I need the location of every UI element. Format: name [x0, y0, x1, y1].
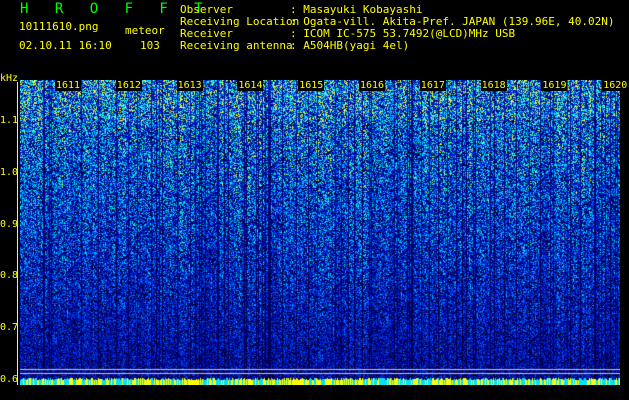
spectrogram: [20, 80, 620, 385]
x-tick-label: 1611: [55, 80, 82, 91]
meta-values: : Masayuki Kobayashi : Ogata-vill. Akita…: [290, 4, 615, 52]
meta-labels: Observer Receiving Location Receiver Rec…: [180, 4, 299, 52]
y-axis-line: [17, 82, 18, 385]
y-axis-title: kHz: [0, 73, 19, 84]
y-tick-label: 0.8: [0, 270, 19, 282]
meta-value-antenna: : A504HB(yagi 4el): [290, 39, 410, 52]
x-tick-label: 1616: [359, 80, 386, 91]
y-tick-label: 0.6: [0, 373, 19, 385]
x-tick-label: 1617: [419, 80, 446, 91]
meta-label-antenna: Receiving antenna: [180, 39, 293, 52]
mode-label: meteor: [125, 24, 165, 37]
y-tick-label: 1.1: [0, 115, 19, 127]
y-tick-label: 0.9: [0, 218, 19, 230]
y-tick-label: 1.0: [0, 167, 19, 179]
x-tick-label: 1619: [541, 80, 568, 91]
datetime-label: 02.10.11 16:10: [19, 39, 112, 52]
x-tick-label: 1618: [480, 80, 507, 91]
x-tick-label: 1615: [298, 80, 325, 91]
x-tick-label: 1620: [602, 80, 629, 91]
x-tick-label: 1612: [115, 80, 142, 91]
y-tick-label: 0.7: [0, 322, 19, 334]
x-tick-label: 1613: [176, 80, 203, 91]
filename-label: 10111610.png: [19, 20, 99, 33]
count-label: 103: [140, 39, 160, 52]
x-tick-label: 1614: [237, 80, 264, 91]
